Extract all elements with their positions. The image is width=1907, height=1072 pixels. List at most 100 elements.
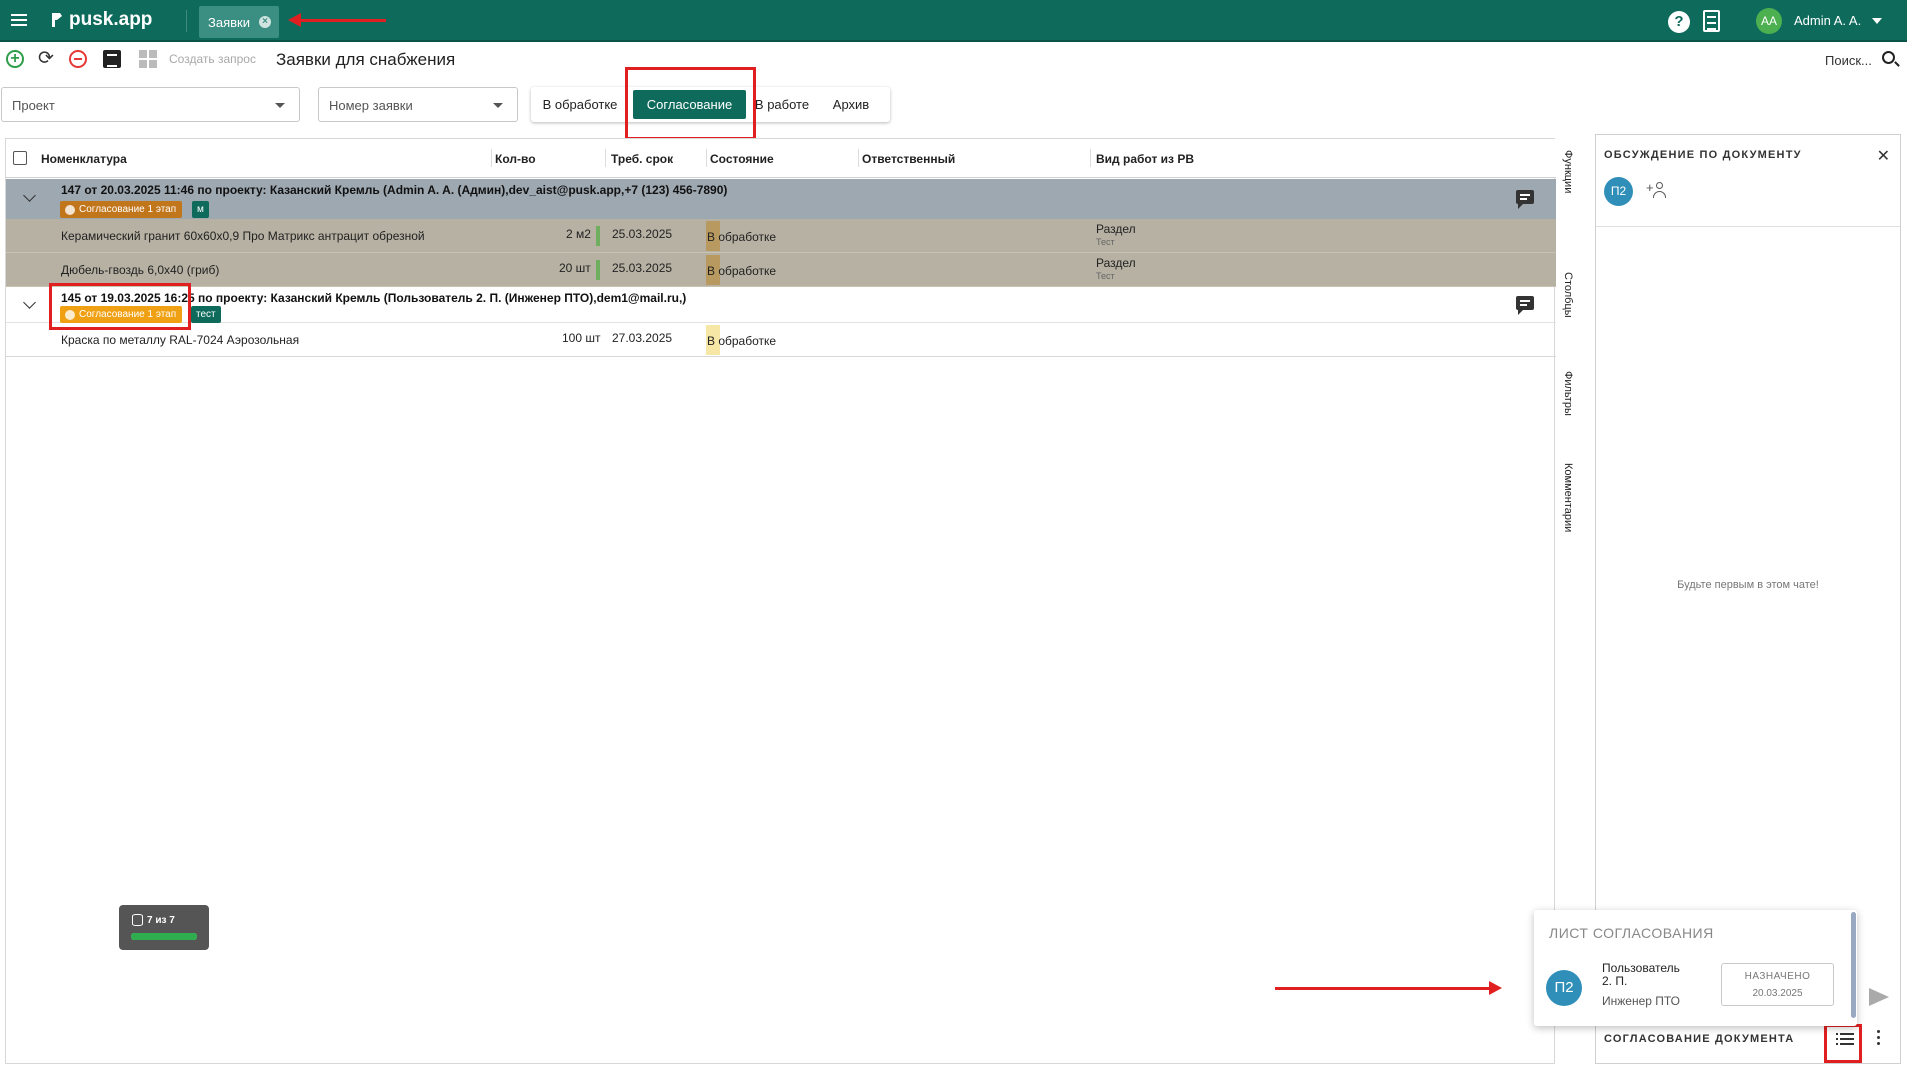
chevron-down-icon [493, 103, 503, 108]
item-work-type: Раздел [1096, 222, 1136, 236]
item-work-type: Раздел [1096, 256, 1136, 270]
more-icon[interactable] [1877, 1030, 1881, 1046]
table-row[interactable]: Керамический гранит 60x60x0,9 Про Матрик… [6, 219, 1556, 253]
grid-header: Номенклатура Кол-во Треб. срок Состояние… [6, 139, 1556, 178]
item-state: В обработке [707, 230, 777, 244]
chat-icon[interactable] [1516, 296, 1534, 315]
item-qty: 2 м2 [566, 227, 591, 241]
side-tab-filters[interactable]: Фильтры [1562, 371, 1574, 416]
close-icon[interactable]: × [259, 16, 271, 28]
request-number-placeholder: Номер заявки [329, 98, 413, 113]
approval-sheet-popup: ЛИСТ СОГЛАСОВАНИЯ П2 Пользователь 2. П. … [1534, 910, 1857, 1026]
chevron-down-icon[interactable] [23, 189, 36, 202]
chevron-down-icon[interactable] [1872, 18, 1882, 24]
approval-status: НАЗНАЧЕНО 20.03.2025 [1721, 963, 1834, 1006]
approval-status-label: НАЗНАЧЕНО [1744, 971, 1811, 982]
chevron-down-icon [275, 103, 285, 108]
empty-chat-text: Будьте первым в этом чате! [1677, 579, 1819, 591]
annotation-box [49, 283, 191, 330]
avatar[interactable]: П2 [1604, 177, 1633, 206]
column-header[interactable]: Треб. срок [611, 152, 673, 166]
divider [491, 149, 492, 167]
column-header[interactable]: Номенклатура [41, 152, 127, 166]
request-number-select[interactable]: Номер заявки [318, 87, 518, 122]
discussion-title: ОБСУЖДЕНИЕ ПО ДОКУМЕНТУ [1604, 149, 1802, 161]
counter-label: 7 из 7 [132, 914, 175, 926]
item-qty: 100 шт [562, 331, 601, 345]
create-request-button[interactable]: Создать запрос [169, 52, 256, 66]
approval-sheet-title: ЛИСТ СОГЛАСОВАНИЯ [1549, 925, 1714, 941]
qty-indicator [596, 226, 600, 246]
grid-icon[interactable] [139, 50, 157, 68]
document-icon[interactable] [1703, 10, 1720, 32]
search-input[interactable]: Поиск... [1825, 53, 1872, 68]
item-name: Керамический гранит 60x60x0,9 Про Матрик… [61, 229, 425, 243]
group-row[interactable]: 147 от 20.03.2025 11:46 по проекту: Каза… [6, 179, 1556, 219]
database-icon [132, 914, 143, 926]
item-qty: 20 шт [559, 261, 591, 275]
group-row[interactable]: 145 от 19.03.2025 16:25 по проекту: Каза… [6, 287, 1556, 323]
group-title: 147 от 20.03.2025 11:46 по проекту: Каза… [61, 183, 728, 197]
approval-status-date: 20.03.2025 [1752, 988, 1803, 999]
divider [706, 149, 707, 167]
page-title: Заявки для снабжения [276, 50, 456, 69]
item-date: 25.03.2025 [612, 227, 673, 241]
search-icon[interactable] [1882, 51, 1895, 64]
top-bar: pusk.app Заявки × ? AA Admin A. A. [0, 0, 1907, 42]
divider [186, 10, 187, 32]
help-icon[interactable]: ? [1668, 11, 1690, 33]
divider [605, 149, 606, 167]
progress-bar [131, 933, 197, 940]
app-logo[interactable]: pusk.app [50, 9, 152, 31]
avatar[interactable]: AA [1756, 8, 1782, 34]
side-tab-columns[interactable]: Столбцы [1562, 272, 1574, 318]
add-icon[interactable]: + [6, 50, 24, 68]
tab-in-work[interactable]: В работе [749, 87, 815, 122]
divider [1090, 149, 1091, 167]
stage-icon [65, 205, 75, 215]
counter-text: 7 из 7 [147, 915, 175, 926]
scrollbar[interactable] [1851, 912, 1856, 1018]
add-person-icon[interactable]: + [1646, 181, 1668, 199]
tab-requests-label: Заявки [208, 15, 250, 30]
chevron-down-icon[interactable] [23, 296, 36, 309]
side-tab-comments[interactable]: Комментарии [1562, 463, 1574, 532]
records-counter[interactable]: 7 из 7 [119, 905, 209, 950]
refresh-icon[interactable]: ⟳ [37, 49, 55, 68]
item-state: В обработке [707, 334, 777, 348]
item-date: 25.03.2025 [612, 261, 673, 275]
chat-icon[interactable] [1516, 190, 1534, 209]
remove-icon[interactable] [69, 50, 87, 68]
table-row[interactable]: Краска по металлу RAL-7024 Аэрозольная 1… [6, 323, 1556, 357]
item-date: 27.03.2025 [612, 331, 673, 345]
column-header[interactable]: Вид работ из РВ [1096, 152, 1194, 166]
project-select-placeholder: Проект [12, 98, 55, 113]
tag-badge: тест [191, 306, 221, 323]
item-name: Краска по металлу RAL-7024 Аэрозольная [61, 333, 300, 347]
column-header[interactable]: Ответственный [862, 152, 955, 166]
tag-badge: м [192, 201, 209, 218]
item-name: Дюбель-гвоздь 6,0x40 (гриб) [61, 263, 220, 277]
table-row[interactable]: Дюбель-гвоздь 6,0x40 (гриб) 20 шт 25.03.… [6, 253, 1556, 287]
tab-archive[interactable]: Архив [819, 87, 883, 122]
tab-in-processing[interactable]: В обработке [531, 87, 629, 122]
status-badge: Согласование 1 этап [60, 201, 183, 218]
requests-grid: Номенклатура Кол-во Треб. срок Состояние… [5, 138, 1556, 1064]
annotation-arrow [1275, 981, 1502, 995]
column-header[interactable]: Кол-во [495, 152, 536, 166]
side-tab-functions[interactable]: Функции [1562, 150, 1574, 193]
menu-icon[interactable] [11, 14, 27, 26]
column-header[interactable]: Состояние [710, 152, 774, 166]
send-icon[interactable] [1869, 988, 1889, 1006]
list-icon[interactable] [103, 50, 121, 68]
divider [1596, 226, 1900, 227]
close-icon[interactable]: ✕ [1877, 146, 1890, 166]
approver-name: Пользователь 2. П. [1602, 961, 1680, 988]
tab-requests[interactable]: Заявки × [199, 6, 279, 38]
approval-section-title: СОГЛАСОВАНИЕ ДОКУМЕНТА [1604, 1033, 1795, 1045]
project-select[interactable]: Проект [1, 87, 300, 122]
annotation-arrow [288, 13, 386, 27]
qty-indicator [596, 260, 600, 280]
user-name[interactable]: Admin A. A. [1794, 13, 1861, 28]
select-all-checkbox[interactable] [13, 151, 27, 165]
